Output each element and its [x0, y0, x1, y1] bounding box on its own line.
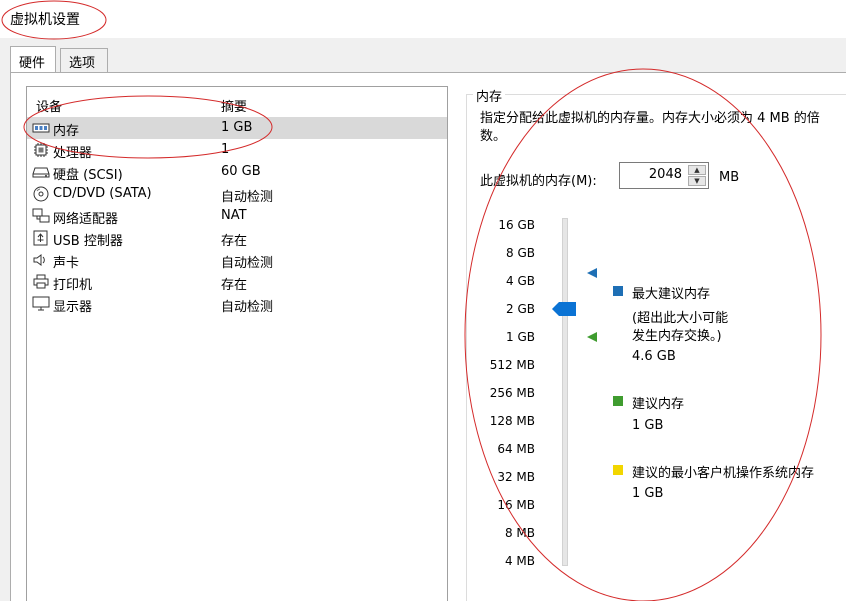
- max-recommended-title: 最大建议内存: [632, 287, 711, 302]
- scale-label-4gb: 4 GB: [506, 274, 535, 288]
- processor-icon: [34, 143, 48, 157]
- recommended-marker: [587, 332, 597, 342]
- memory-icon: [32, 123, 50, 133]
- stepper-down-button[interactable]: ▼: [688, 176, 706, 186]
- device-name: 处理器: [53, 146, 93, 161]
- device-list-header: 设备 摘要: [27, 87, 447, 117]
- recommended-title: 建议内存: [632, 397, 685, 412]
- hard-disk-icon: [32, 167, 50, 178]
- scale-label-16gb: 16 GB: [498, 218, 535, 232]
- stepper-buttons: ▲ ▼: [688, 165, 706, 186]
- network-adapter-icon: [32, 208, 50, 223]
- window-title: 虚拟机设置: [10, 12, 80, 28]
- scale-label-128mb: 128 MB: [489, 414, 535, 428]
- scale-label-512mb: 512 MB: [489, 358, 535, 372]
- device-summary: 自动检测: [221, 300, 274, 315]
- memory-description: 指定分配给此虚拟机的内存量。内存大小必须为 4 MB 的倍数。: [480, 111, 820, 144]
- memory-unit-label: MB: [719, 170, 740, 185]
- device-row-sound-card[interactable]: 声卡 自动检测: [27, 249, 447, 271]
- usb-icon: [33, 230, 48, 246]
- title-bar: 虚拟机设置: [0, 0, 846, 38]
- device-summary: 1 GB: [221, 120, 253, 135]
- scale-label-1gb: 1 GB: [506, 330, 535, 344]
- memory-group-title: 内存: [473, 86, 506, 105]
- tab-hardware-label: 硬件: [19, 56, 46, 71]
- device-row-hard-disk[interactable]: 硬盘 (SCSI) 60 GB: [27, 161, 447, 183]
- monitor-icon: [32, 296, 50, 311]
- device-summary: 60 GB: [221, 164, 261, 179]
- device-name: 硬盘 (SCSI): [53, 168, 123, 183]
- device-row-processor[interactable]: 处理器 1: [27, 139, 447, 161]
- chevron-down-icon: ▼: [694, 177, 700, 185]
- device-name: 网络适配器: [53, 212, 119, 227]
- max-recommended-swatch: [613, 286, 623, 296]
- device-name: 打印机: [53, 278, 93, 293]
- device-row-cd-dvd[interactable]: CD/DVD (SATA) 自动检测: [27, 183, 447, 205]
- device-summary: 存在: [221, 234, 248, 249]
- device-summary: 1: [221, 142, 230, 157]
- tab-options[interactable]: 选项: [60, 48, 108, 72]
- scale-label-256mb: 256 MB: [489, 386, 535, 400]
- printer-icon: [33, 274, 49, 289]
- device-name: 内存: [53, 124, 80, 139]
- max-recommended-marker: [587, 268, 597, 278]
- chevron-up-icon: ▲: [694, 166, 700, 174]
- stepper-up-button[interactable]: ▲: [688, 165, 706, 175]
- max-recommended-note-2: 发生内存交换。): [632, 329, 722, 344]
- memory-size-value[interactable]: 2048: [649, 167, 682, 182]
- device-row-usb-controller[interactable]: USB 控制器 存在: [27, 227, 447, 249]
- max-recommended-note-1: (超出此大小可能: [632, 311, 729, 326]
- recommended-swatch: [613, 396, 623, 406]
- memory-slider-track[interactable]: [562, 218, 568, 566]
- scale-label-4mb: 4 MB: [504, 554, 535, 568]
- memory-size-stepper[interactable]: 2048 ▲ ▼: [619, 162, 709, 189]
- cd-dvd-icon: [33, 186, 49, 202]
- device-row-display[interactable]: 显示器 自动检测: [27, 293, 447, 315]
- tab-hardware[interactable]: 硬件: [10, 46, 56, 72]
- device-summary: NAT: [221, 208, 247, 223]
- device-name: USB 控制器: [53, 234, 123, 249]
- device-summary: 存在: [221, 278, 248, 293]
- device-summary: 自动检测: [221, 256, 274, 271]
- device-row-printer[interactable]: 打印机 存在: [27, 271, 447, 293]
- device-summary: 自动检测: [221, 190, 274, 205]
- scale-label-32mb: 32 MB: [497, 470, 535, 484]
- scale-label-16mb: 16 MB: [497, 498, 535, 512]
- scale-label-2gb: 2 GB: [506, 302, 535, 316]
- recommended-value: 1 GB: [632, 418, 664, 433]
- speaker-icon: [33, 254, 45, 266]
- scale-label-64mb: 64 MB: [497, 442, 535, 456]
- device-name: CD/DVD (SATA): [53, 186, 152, 201]
- guest-min-value: 1 GB: [632, 486, 664, 501]
- device-name: 显示器: [53, 300, 93, 315]
- column-header-device[interactable]: 设备: [36, 96, 62, 115]
- device-row-memory[interactable]: 内存 1 GB: [27, 117, 447, 139]
- device-row-network-adapter[interactable]: 网络适配器 NAT: [27, 205, 447, 227]
- max-recommended-value: 4.6 GB: [632, 349, 676, 364]
- guest-min-swatch: [613, 465, 623, 475]
- device-list[interactable]: 设备 摘要 内存 1 GB 处理器 1 硬盘 (SCSI) 60 GB CD/D…: [26, 86, 448, 601]
- tab-options-label: 选项: [69, 56, 96, 71]
- memory-size-label: 此虚拟机的内存(M):: [480, 174, 597, 189]
- memory-slider-thumb[interactable]: [552, 302, 576, 316]
- device-name: 声卡: [53, 256, 80, 271]
- guest-min-title: 建议的最小客户机操作系统内存: [632, 466, 815, 481]
- column-header-summary[interactable]: 摘要: [221, 96, 247, 115]
- scale-label-8mb: 8 MB: [504, 526, 535, 540]
- scale-label-8gb: 8 GB: [506, 246, 535, 260]
